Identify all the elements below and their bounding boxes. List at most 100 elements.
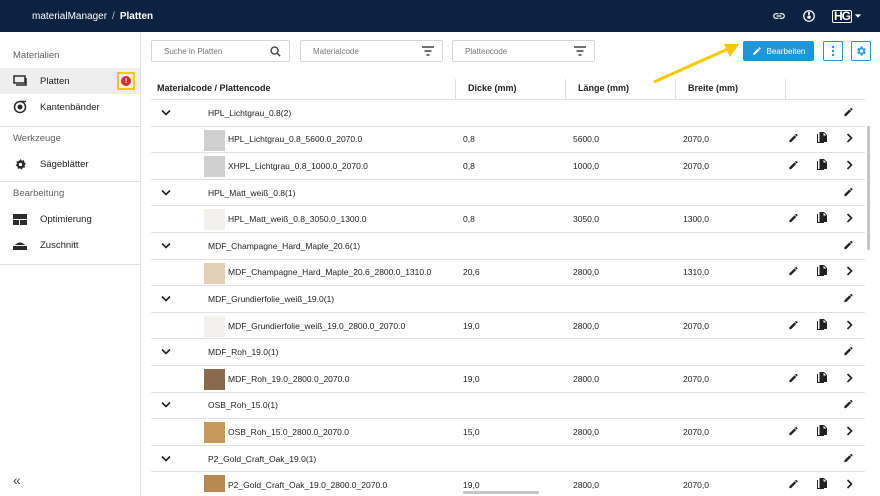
group-row[interactable]: MDF_Champagne_Hard_Maple_20.6(1): [151, 233, 865, 260]
search-icon[interactable]: [270, 46, 281, 59]
table-row[interactable]: HPL_Lichtgrau_0.8_5600.0_2070.0 0,8 5600,0…: [151, 127, 865, 154]
thickness-value: 0,8: [463, 214, 475, 225]
horizontal-scrollbar[interactable]: [151, 490, 865, 495]
column-header-code[interactable]: Materialcode / Plattencode: [157, 83, 271, 93]
alert-badge[interactable]: !: [121, 76, 131, 86]
chevron-right-icon[interactable]: [846, 266, 853, 278]
chevron-right-icon[interactable]: [846, 373, 853, 385]
sidebar-section-title: Materialien: [13, 50, 60, 61]
table-row[interactable]: MDF_Grundierfolie_weiß_19.0_2800.0_2070.…: [151, 313, 865, 340]
board-code-filter[interactable]: Plattencode: [452, 40, 595, 62]
horizontal-scrollbar-thumb[interactable]: [463, 491, 539, 494]
settings-button[interactable]: [851, 41, 871, 61]
top-bar: materialManager / Platten HG: [0, 0, 880, 32]
board-code: MDF_Grundierfolie_weiß_19.0_2800.0_2070.…: [228, 320, 406, 331]
header-actions: HG: [772, 0, 862, 32]
edit-icon[interactable]: [843, 239, 854, 252]
group-row[interactable]: HPL_Lichtgrau_0.8(2): [151, 100, 865, 127]
vertical-scrollbar-thumb[interactable]: [867, 126, 870, 250]
copy-icon[interactable]: [816, 265, 827, 279]
brand-logo: HG: [832, 8, 852, 23]
group-row[interactable]: MDF_Grundierfolie_weiß_19.0(1): [151, 286, 865, 313]
group-row[interactable]: OSB_Roh_15.0(1): [151, 393, 865, 420]
table-row[interactable]: XHPL_Lichtgrau_0.8_1000.0_2070.0 0,8 1000,…: [151, 153, 865, 180]
filter-icon[interactable]: [422, 46, 434, 58]
table-row[interactable]: MDF_Champagne_Hard_Maple_20.6_2800.0_131…: [151, 260, 865, 287]
edit-icon[interactable]: [843, 452, 854, 465]
chevron-down-icon[interactable]: [161, 400, 171, 410]
edit-icon[interactable]: [788, 133, 799, 146]
thickness-value: 19,0: [463, 480, 480, 491]
column-header-length[interactable]: Länge (mm): [578, 83, 629, 93]
table-row[interactable]: OSB_Roh_15.0_2800.0_2070.0 15,0 2800,0 2070…: [151, 419, 865, 446]
copy-icon[interactable]: [816, 132, 827, 146]
material-swatch: [204, 262, 225, 284]
chevron-down-icon[interactable]: [161, 347, 171, 357]
chevron-right-icon[interactable]: [846, 319, 853, 332]
edit-icon[interactable]: [788, 425, 799, 438]
material-swatch: [204, 422, 225, 444]
board-code: HPL_Matt_weiß_0.8_3050.0_1300.0: [228, 214, 367, 225]
chevron-right-icon[interactable]: [846, 160, 853, 172]
copy-icon[interactable]: [816, 371, 827, 386]
saw-blade-icon: [13, 157, 27, 171]
breadcrumb-app[interactable]: materialManager: [32, 11, 107, 22]
sidebar-item-zuschnitt[interactable]: Zuschnitt: [0, 232, 140, 258]
filter-icon[interactable]: [574, 46, 586, 58]
edit-icon[interactable]: [788, 266, 799, 279]
chevron-down-icon[interactable]: [161, 241, 171, 251]
column-header-width[interactable]: Breite (mm): [688, 83, 738, 93]
chevron-right-icon[interactable]: [846, 426, 853, 438]
material-code-filter[interactable]: Materialcode: [300, 40, 443, 62]
edit-icon[interactable]: [843, 186, 854, 199]
edit-icon[interactable]: [843, 399, 854, 412]
sidebar-item-saegeblaetter[interactable]: Sägeblätter: [0, 151, 140, 177]
copy-icon[interactable]: [816, 158, 827, 173]
copy-icon[interactable]: [816, 318, 827, 333]
group-row[interactable]: P2_Gold_Craft_Oak_19.0(1): [151, 446, 865, 473]
board-code: HPL_Lichtgrau_0.8_5600.0_2070.0: [228, 134, 363, 145]
chevron-down-icon[interactable]: [161, 294, 171, 304]
material-code: MDF_Roh_19.0(1): [208, 347, 278, 357]
width-value: 2070,0: [683, 373, 709, 384]
chevron-right-icon[interactable]: [846, 213, 853, 225]
column-divider: [675, 79, 676, 99]
chevron-down-icon[interactable]: [161, 188, 171, 198]
breadcrumb-current: Platten: [119, 10, 154, 22]
edit-icon[interactable]: [843, 292, 854, 305]
edit-icon[interactable]: [788, 213, 799, 226]
chevron-down-icon[interactable]: [161, 108, 171, 118]
vertical-scrollbar[interactable]: [866, 100, 871, 488]
table-row[interactable]: HPL_Matt_weiß_0.8_3050.0_1300.0 0,8 3050,0…: [151, 206, 865, 233]
sidebar-item-optimierung[interactable]: Optimierung: [0, 206, 140, 232]
edit-icon[interactable]: [788, 372, 799, 385]
board-code: MDF_Roh_19.0_2800.0_2070.0: [228, 373, 350, 384]
copy-icon[interactable]: [816, 424, 827, 439]
group-row[interactable]: HPL_Matt_weiß_0.8(1): [151, 180, 865, 207]
group-row[interactable]: MDF_Roh_19.0(1): [151, 339, 865, 366]
link-icon[interactable]: [772, 9, 786, 23]
more-options-button[interactable]: [823, 41, 843, 61]
support-icon[interactable]: [802, 9, 816, 23]
board-code: OSB_Roh_15.0_2800.0_2070.0: [228, 426, 349, 437]
thickness-value: 19,0: [463, 373, 480, 384]
column-header-thickness[interactable]: Dicke (mm): [468, 83, 517, 93]
sidebar-item-platten[interactable]: Platten !: [0, 68, 140, 94]
copy-icon[interactable]: [816, 212, 827, 226]
edit-icon[interactable]: [788, 319, 799, 332]
edit-icon[interactable]: [843, 106, 854, 119]
collapse-sidebar-button[interactable]: «: [13, 472, 21, 488]
pencil-icon: [752, 47, 761, 55]
length-value: 3050,0: [573, 214, 599, 225]
length-value: 2800,0: [573, 267, 599, 278]
sidebar-item-kantenbaender[interactable]: Kantenbänder: [0, 94, 140, 120]
edit-button[interactable]: Bearbeiten: [743, 41, 814, 61]
search-input[interactable]: Suche in Platten: [151, 40, 290, 62]
chevron-right-icon[interactable]: [846, 133, 853, 145]
breadcrumb-separator: /: [112, 10, 115, 22]
table-row[interactable]: MDF_Roh_19.0_2800.0_2070.0 19,0 2800,0 2070…: [151, 366, 865, 393]
account-menu[interactable]: HG: [832, 8, 862, 23]
edit-icon[interactable]: [843, 346, 854, 359]
edit-icon[interactable]: [788, 159, 799, 172]
chevron-down-icon[interactable]: [161, 454, 171, 464]
